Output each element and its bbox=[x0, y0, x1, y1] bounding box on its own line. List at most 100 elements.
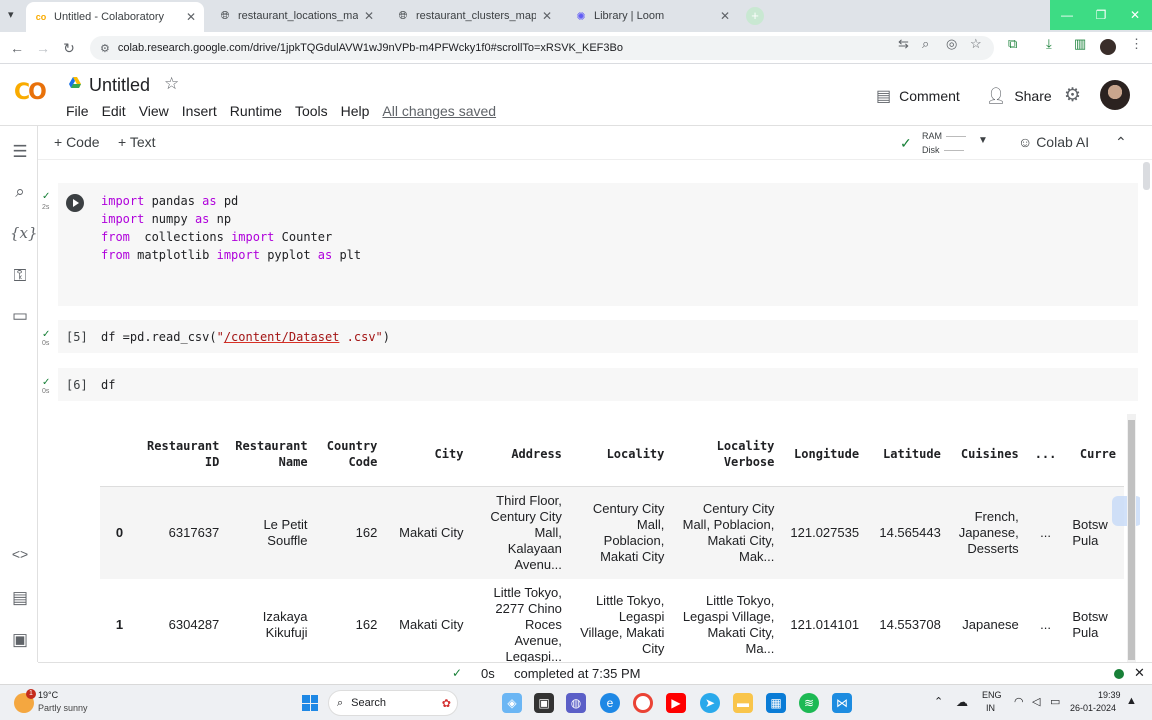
search-highlight-icon: ✿ bbox=[441, 697, 451, 710]
run-cell-button[interactable] bbox=[66, 194, 84, 212]
collapse-chevron-icon[interactable]: ⌃ bbox=[1115, 134, 1127, 151]
code-cell-1[interactable]: import pandas as pd import numpy as np fro… bbox=[58, 183, 1138, 306]
resource-indicator[interactable]: ✓ RAM Disk bbox=[900, 129, 966, 157]
spotify-icon[interactable]: ≋ bbox=[799, 693, 819, 713]
table-of-contents-icon[interactable]: ☰ bbox=[10, 142, 30, 162]
scrollbar-thumb[interactable] bbox=[1128, 420, 1135, 660]
tab-colab[interactable]: co Untitled - Colaboratory ✕ bbox=[26, 2, 204, 32]
menu-tools[interactable]: Tools bbox=[295, 103, 328, 119]
column-header: Cuisines bbox=[948, 422, 1027, 487]
command-palette-icon[interactable]: ▤ bbox=[10, 588, 30, 608]
input-region[interactable]: IN bbox=[986, 703, 995, 713]
add-code-cell-button[interactable]: + Code bbox=[54, 134, 100, 150]
eye-off-icon[interactable]: ◎ bbox=[946, 36, 957, 52]
restore-window-icon[interactable]: ❐ bbox=[1084, 0, 1118, 30]
dataframe-output[interactable]: Restaurant ID Restaurant Name Country Code… bbox=[100, 422, 1124, 662]
close-tab-icon[interactable]: ✕ bbox=[542, 9, 552, 23]
code-cell-3[interactable]: [6] df bbox=[58, 368, 1138, 401]
teams-chat-icon[interactable]: ◍ bbox=[566, 693, 586, 713]
wifi-icon[interactable]: ◠ bbox=[1014, 695, 1024, 708]
copilot-icon[interactable]: ◈ bbox=[502, 693, 522, 713]
notebook-scrollbar[interactable] bbox=[1140, 160, 1152, 662]
code-editor[interactable]: df bbox=[101, 376, 115, 394]
share-button[interactable]: 👤︎ Share bbox=[986, 86, 1052, 106]
add-text-cell-button[interactable]: + Text bbox=[118, 134, 156, 150]
volume-icon[interactable]: ◁ bbox=[1032, 695, 1040, 708]
notebook-scrollbar-thumb[interactable] bbox=[1143, 162, 1150, 190]
code-editor[interactable]: df =pd.read_csv("/content/Dataset .csv") bbox=[101, 328, 390, 346]
forward-icon[interactable]: → bbox=[34, 40, 52, 56]
tab-restaurant-clusters[interactable]: 🌐︎ restaurant_clusters_map.html ✕ bbox=[388, 4, 560, 28]
side-panel-icon[interactable]: ▥ bbox=[1074, 36, 1086, 52]
menu-help[interactable]: Help bbox=[341, 103, 370, 119]
comment-button[interactable]: ▤ Comment bbox=[876, 86, 960, 106]
close-tab-icon[interactable]: ✕ bbox=[186, 10, 196, 24]
input-language[interactable]: ENG bbox=[982, 690, 1002, 700]
menu-insert[interactable]: Insert bbox=[182, 103, 217, 119]
menu-runtime[interactable]: Runtime bbox=[230, 103, 282, 119]
download-icon[interactable]: ⤓ bbox=[1046, 36, 1052, 52]
vscode-icon[interactable]: ⋈ bbox=[832, 693, 852, 713]
disk-label: Disk bbox=[922, 145, 940, 155]
colab-logo[interactable]: CO bbox=[14, 80, 47, 105]
tab-loom[interactable]: ✺ Library | Loom ✕ bbox=[566, 4, 738, 28]
translate-icon[interactable]: ⇆ bbox=[898, 36, 909, 52]
menu-view[interactable]: View bbox=[139, 103, 169, 119]
close-window-icon[interactable]: ✕ bbox=[1118, 0, 1152, 30]
windows-start-icon[interactable] bbox=[302, 695, 318, 711]
task-view-icon[interactable]: ▣ bbox=[534, 693, 554, 713]
battery-icon[interactable]: ▭ bbox=[1050, 695, 1060, 708]
close-tab-icon[interactable]: ✕ bbox=[364, 9, 374, 23]
secrets-key-icon[interactable]: ⚿ bbox=[10, 266, 30, 286]
output-scrollbar[interactable] bbox=[1127, 414, 1136, 662]
bookmark-star-icon[interactable]: ☆ bbox=[970, 36, 982, 52]
variables-icon[interactable]: {x} bbox=[10, 224, 38, 242]
new-tab-button[interactable]: + bbox=[746, 7, 764, 25]
colab-ai-button[interactable]: ☺ Colab AI bbox=[1018, 134, 1089, 150]
show-hidden-icons-chevron[interactable]: ⌃ bbox=[934, 695, 943, 708]
file-explorer-icon[interactable]: ▬ bbox=[733, 693, 753, 713]
menu-edit[interactable]: Edit bbox=[102, 103, 126, 119]
store-icon[interactable]: ▦ bbox=[766, 693, 786, 713]
code-editor[interactable]: import pandas as pd import numpy as np fro… bbox=[101, 192, 361, 264]
menu-file[interactable]: File bbox=[66, 103, 89, 119]
account-avatar[interactable] bbox=[1100, 80, 1130, 110]
clock-time[interactable]: 19:39 bbox=[1098, 690, 1121, 700]
save-status[interactable]: All changes saved bbox=[382, 103, 496, 119]
extension-icon[interactable]: ⧉ bbox=[1008, 36, 1017, 52]
search-icon[interactable]: ⌕ bbox=[10, 182, 30, 202]
edge-icon[interactable]: e bbox=[600, 693, 620, 713]
code-token: df =pd.read_csv( bbox=[101, 330, 217, 344]
chevron-down-icon[interactable]: ▼ bbox=[978, 135, 988, 146]
person-add-icon: 👤︎ bbox=[986, 88, 1007, 105]
taskbar-search-box[interactable]: ⌕ Search ✿ bbox=[328, 690, 458, 716]
tab-search-chevron-icon[interactable]: ▾ bbox=[8, 8, 14, 21]
code-snippets-icon[interactable]: <> bbox=[10, 546, 30, 562]
table-cell: Le Petit Souffle bbox=[227, 486, 316, 579]
colab-ai-label: Colab AI bbox=[1036, 134, 1090, 150]
settings-button[interactable]: ⚙︎ bbox=[1064, 84, 1089, 107]
close-tab-icon[interactable]: ✕ bbox=[720, 9, 730, 23]
reload-icon[interactable]: ↻ bbox=[60, 40, 78, 57]
code-cell-2[interactable]: [5] df =pd.read_csv("/content/Dataset .c… bbox=[58, 320, 1138, 353]
code-keyword: from bbox=[101, 248, 130, 262]
star-icon[interactable]: ☆ bbox=[164, 74, 179, 94]
back-icon[interactable]: ← bbox=[8, 40, 26, 56]
profile-avatar[interactable] bbox=[1100, 39, 1116, 55]
terminal-icon[interactable]: ▣ bbox=[10, 630, 30, 650]
onedrive-icon[interactable]: ☁ bbox=[956, 695, 968, 709]
notifications-bell-icon[interactable]: ▲ bbox=[1126, 695, 1137, 707]
close-status-icon[interactable]: ✕ bbox=[1134, 665, 1145, 681]
chrome-icon[interactable] bbox=[633, 693, 653, 713]
url-omnibox[interactable]: ⚙︎ colab.research.google.com/drive/1jpkT… bbox=[90, 36, 994, 60]
notebook-title[interactable]: Untitled bbox=[89, 75, 150, 96]
site-info-icon[interactable]: ⚙︎ bbox=[100, 42, 110, 55]
clock-date[interactable]: 26-01-2024 bbox=[1070, 703, 1116, 713]
files-folder-icon[interactable]: ▭ bbox=[10, 306, 30, 326]
tab-restaurant-locations[interactable]: 🌐︎ restaurant_locations_map.html ✕ bbox=[210, 4, 382, 28]
telegram-icon[interactable]: ➤ bbox=[700, 693, 720, 713]
zoom-icon[interactable]: ⌕ bbox=[922, 36, 929, 52]
youtube-icon[interactable]: ▶ bbox=[666, 693, 686, 713]
browser-menu-icon[interactable]: ⋮ bbox=[1130, 36, 1143, 52]
minimize-window-icon[interactable]: — bbox=[1050, 0, 1084, 30]
